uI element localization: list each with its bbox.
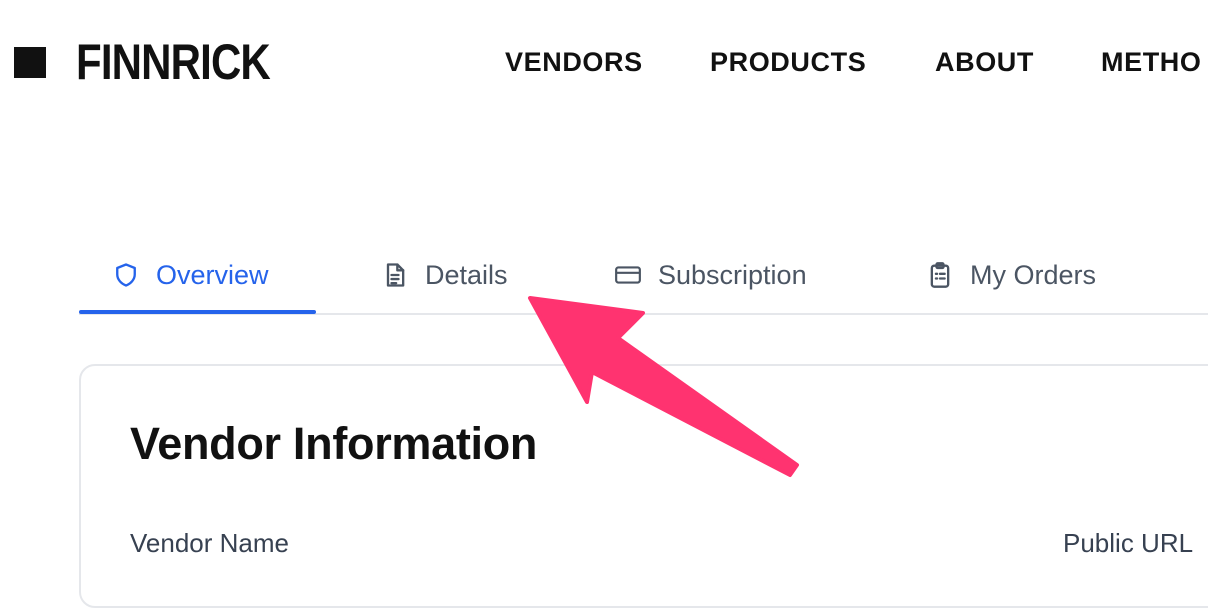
public-url-label: Public URL	[1063, 528, 1194, 558]
nav-vendors[interactable]: VENDORS	[505, 44, 643, 80]
vendor-info-card	[79, 364, 1208, 608]
tab-overview-label: Overview	[156, 259, 269, 290]
card-title: Vendor Information	[130, 418, 538, 469]
nav-methodology[interactable]: METHO	[1101, 44, 1202, 80]
tab-details[interactable]: Details	[381, 255, 508, 295]
nav-about[interactable]: ABOUT	[935, 44, 1034, 80]
document-icon	[381, 261, 409, 289]
tab-overview[interactable]: Overview	[112, 255, 269, 295]
shield-icon	[112, 261, 140, 289]
clipboard-list-icon	[926, 261, 954, 289]
tab-subscription-label: Subscription	[658, 259, 807, 290]
tab-my-orders[interactable]: My Orders	[926, 255, 1096, 295]
active-tab-indicator	[79, 310, 316, 314]
vendor-name-label: Vendor Name	[130, 528, 289, 558]
tab-my-orders-label: My Orders	[970, 259, 1097, 290]
logo-mark	[14, 47, 46, 78]
credit-card-icon	[614, 261, 642, 289]
logo-text[interactable]: FINNRICK	[76, 34, 271, 90]
nav-products[interactable]: PRODUCTS	[710, 44, 866, 80]
tab-subscription[interactable]: Subscription	[614, 255, 807, 295]
tab-details-label: Details	[425, 259, 508, 290]
